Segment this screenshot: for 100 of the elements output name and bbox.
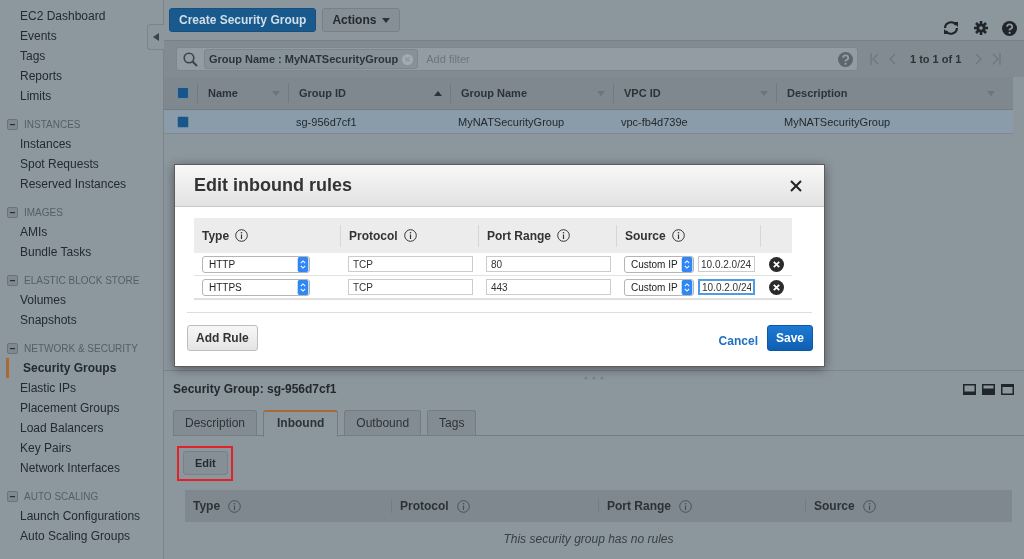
column-label: Name [208,87,238,99]
empty-message: This security group has no rules [503,532,674,546]
column-header[interactable]: VPC ID [613,83,776,103]
stepper-icon [297,256,309,272]
help-icon[interactable] [1002,20,1017,36]
section-heading: IMAGES [24,206,63,218]
sidebar-item[interactable]: Reports [0,66,63,86]
sidebar-item[interactable]: Events [0,26,57,46]
sidebar-item[interactable]: Limits [0,86,52,106]
remove-icon[interactable] [768,279,784,295]
sidebar-item[interactable]: Placement Groups [0,398,120,418]
tab[interactable]: Tags [427,410,477,435]
column-label: VPC ID [624,87,661,99]
cancel-link[interactable]: Cancel [718,334,758,348]
collapse-icon[interactable] [7,118,18,130]
table-cell: sg-956d7cf1 [296,115,357,128]
layout-icon[interactable] [982,383,995,395]
layout-icon[interactable] [963,383,976,395]
add-rule-button[interactable]: Add Rule [187,325,258,351]
info-icon [456,499,470,513]
layout-icon[interactable] [1001,383,1014,395]
input-field[interactable]: TCP [348,279,473,295]
table-row[interactable]: sg-956d7cf1 MyNATSecurityGroup vpc-fb4d739e MyNATSecurityGroup [164,110,1013,134]
sidebar-item[interactable]: Instances [0,134,72,154]
column-label: Group ID [299,87,347,99]
sidebar-item[interactable]: Reserved Instances [0,174,127,194]
sidebar-item[interactable]: Spot Requests [0,154,99,174]
column-header: Source [625,228,666,243]
search-icon [183,51,198,67]
column-header: Source [814,499,855,513]
input-field[interactable]: TCP [348,256,473,272]
input-field[interactable]: 443 [486,279,611,295]
sidebar-item[interactable]: Auto Scaling Groups [0,526,131,546]
column-label: Description [787,87,848,99]
column-header[interactable]: Group ID [288,83,450,103]
caret-icon [382,17,391,23]
sidebar-item[interactable]: EC2 Dashboard [0,6,106,26]
page-count: 1 to 1 of 1 [910,53,962,65]
column-header[interactable]: Description [776,83,1003,103]
save-button[interactable]: Save [766,325,813,351]
settings-icon[interactable] [974,21,988,35]
checkbox[interactable] [177,87,189,99]
column-header: Port Range [607,499,671,513]
sidebar-item[interactable]: Key Pairs [0,438,72,458]
column-header: Type [202,228,230,243]
actions-button[interactable]: Actions [322,8,401,32]
dialog-title: Edit inbound rules [194,175,352,196]
info-icon [862,499,876,513]
section-heading: ELASTIC BLOCK STORE [24,274,140,286]
input-field[interactable]: 80 [486,256,611,272]
sidebar-item[interactable]: Tags [0,46,46,66]
input-field[interactable]: 10.0.2.0/24 [698,279,755,295]
column-header[interactable]: Name [197,83,288,103]
tab[interactable]: Description [173,410,258,435]
section-heading: AUTO SCALING [24,490,99,502]
collapse-icon[interactable] [7,274,18,286]
collapse-tab[interactable] [147,24,164,50]
column-header: Protocol [400,499,449,513]
collapse-icon[interactable] [7,490,18,502]
stepper-icon [297,279,309,295]
table-cell: MyNATSecurityGroup [784,115,891,128]
info-icon [228,499,242,513]
highlight-frame [177,446,233,481]
column-header[interactable]: Group Name [450,83,613,103]
tab[interactable]: Outbound [344,410,422,435]
sidebar-item[interactable]: Snapshots [0,310,77,330]
sidebar-item[interactable]: Elastic IPs [0,378,76,398]
sidebar-item[interactable]: Security Groups [6,358,117,378]
type-select[interactable]: HTTPS [202,278,310,296]
section-heading: NETWORK & SECURITY [24,342,138,354]
sort-ascending-icon[interactable] [434,90,442,96]
sidebar-item[interactable]: Launch Configurations [0,506,141,526]
sidebar-item[interactable]: Load Balancers [0,418,104,438]
source-select[interactable]: Custom IP [624,255,694,273]
column-header: Port Range [487,228,551,243]
filter-token-label: Group Name : MyNATSecurityGroup [209,53,399,65]
info-icon [235,229,249,242]
tab[interactable]: Inbound [263,410,339,437]
close-icon[interactable] [790,179,802,192]
column-label: Group Name [461,87,527,99]
sidebar-item[interactable]: Volumes [0,290,67,310]
refresh-icon[interactable] [942,20,960,36]
panel-title: Security Group: sg-956d7cf1 [173,382,337,396]
source-select[interactable]: Custom IP [624,278,694,296]
column-header: Protocol [349,228,398,243]
stepper-icon [681,279,693,295]
sidebar-item[interactable]: Bundle Tasks [0,242,92,262]
table-cell: MyNATSecurityGroup [458,115,565,128]
collapse-icon[interactable] [7,206,18,218]
collapse-icon[interactable] [7,342,18,354]
edit-button[interactable]: Edit [183,451,228,475]
input-field[interactable]: 10.0.2.0/24 [698,256,755,272]
type-select[interactable]: HTTP [202,255,310,273]
info-icon [403,229,417,242]
sidebar-item[interactable]: AMIs [0,222,48,242]
sidebar-item[interactable]: Network Interfaces [0,458,121,478]
checkbox[interactable] [177,115,189,128]
filter-token[interactable]: Group Name : MyNATSecurityGroup [204,49,419,69]
create-button[interactable]: Create Security Group [169,8,317,32]
remove-icon[interactable] [768,256,784,272]
